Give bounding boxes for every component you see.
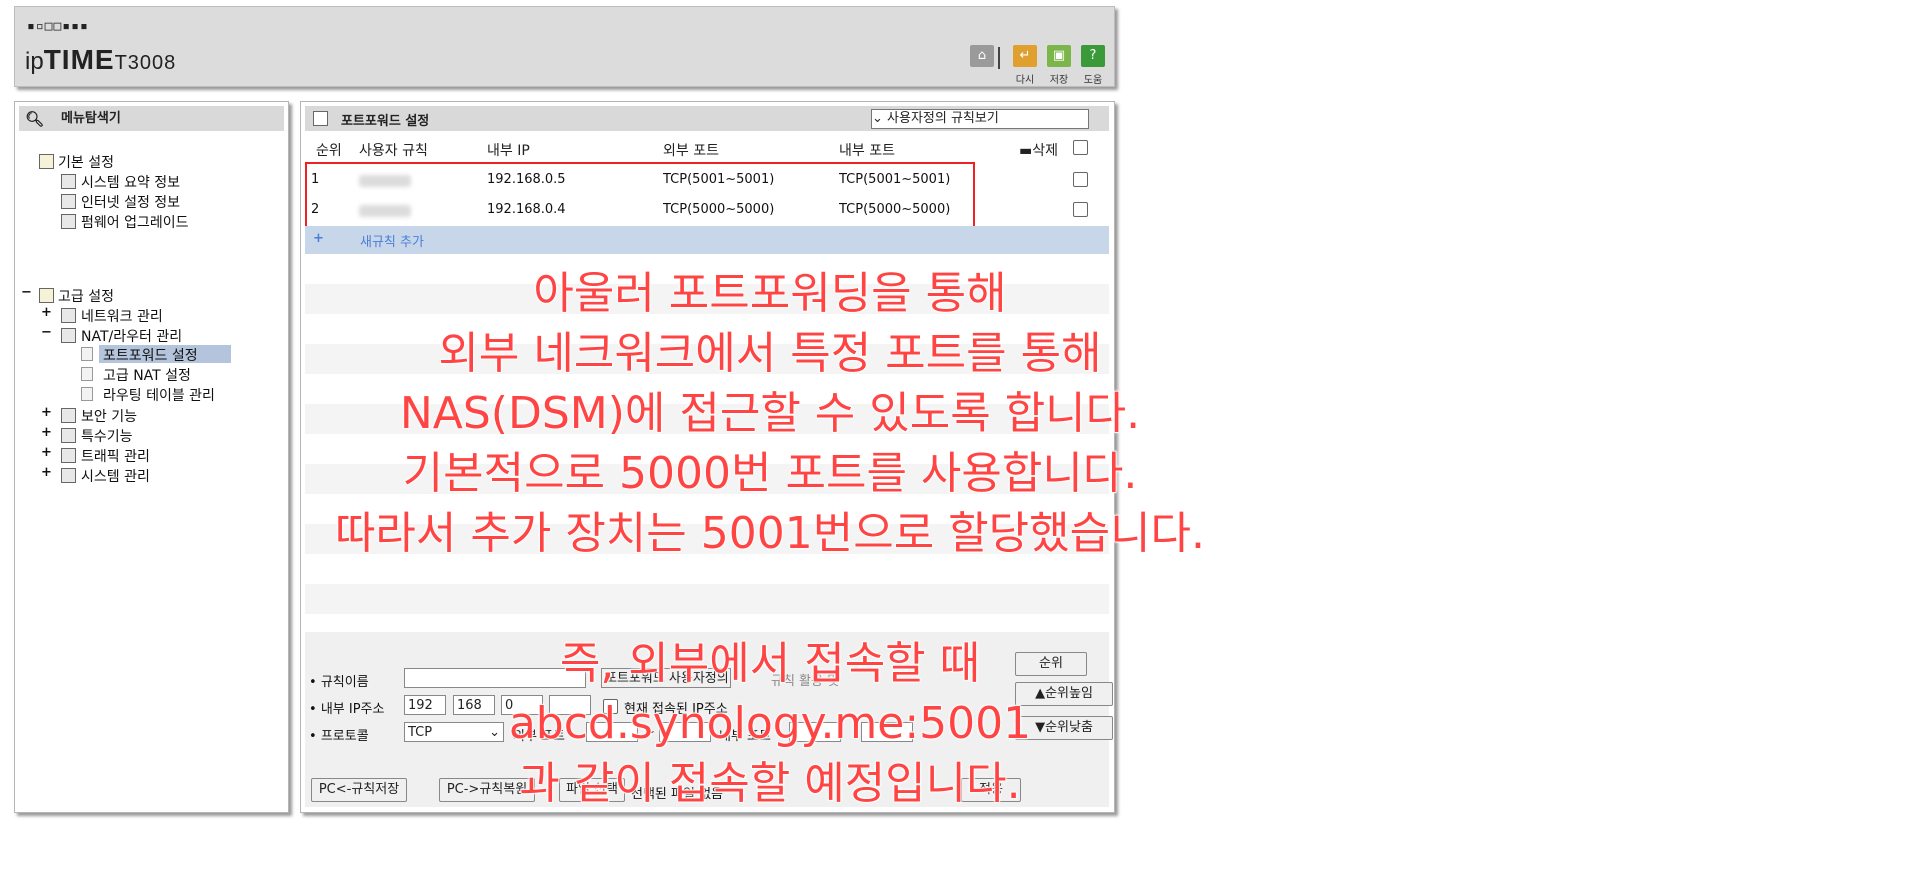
col-user-rule: 사용자 규칙	[359, 143, 428, 159]
menu-firmware-upgrade[interactable]: 펌웨어 업그레이드	[81, 212, 189, 232]
rule-rank: 2	[311, 202, 320, 217]
plus-icon: +	[313, 231, 324, 246]
rule-name-redacted	[359, 205, 411, 217]
back-icon[interactable]: ↵	[1013, 45, 1037, 67]
minus-icon: ▬	[1019, 143, 1033, 159]
portforward-header: 포트포워드 설정 ⌄ 사용자정의 규칙보기	[305, 106, 1109, 131]
annotation-line: 따라서 추가 장치는 5001번으로 할당했습니다.	[334, 507, 1206, 560]
rule-external-port: TCP(5000~5000)	[663, 202, 775, 217]
add-rule-link[interactable]: 새규칙 추가	[360, 231, 424, 250]
select-all-checkbox[interactable]	[1073, 140, 1088, 155]
menu-title: 메뉴탐색기	[61, 111, 121, 126]
header-bar: ▪▫□□▪▪▪ ipTIMET3008 ⌂ ↵ 다시 ▣ 저장 ? 도움	[14, 6, 1115, 87]
annotation-line: 외부 네크워크에서 특정 포트를 통해	[438, 327, 1103, 380]
rule-delete-checkbox[interactable]	[1073, 172, 1088, 187]
brand-ip: ip	[25, 48, 44, 75]
brand-logo: ipTIMET3008	[25, 44, 176, 76]
annotation-line: NAS(DSM)에 접근할 수 있도록 합니다.	[399, 387, 1141, 440]
col-rank: 순위	[316, 143, 342, 159]
portforward-title: 포트포워드 설정	[341, 114, 430, 129]
col-delete: ▬삭제	[1019, 143, 1058, 159]
rule-view-value: 사용자정의 규칙보기	[887, 111, 999, 126]
menu-explorer-header: 🔍︎ 메뉴탐색기	[19, 106, 284, 131]
rule-external-port: TCP(5001~5001)	[663, 172, 775, 187]
menu-internet-settings[interactable]: 인터넷 설정 정보	[81, 192, 180, 212]
annotation-line: abcd.synology.me:5001	[508, 697, 1032, 750]
rule-rank: 1	[311, 172, 320, 187]
empty-row	[305, 584, 1109, 614]
brand-model: T3008	[114, 52, 177, 74]
help-label: 도움	[1083, 75, 1103, 86]
annotation-line: 즉, 외부에서 접속할 때	[559, 637, 981, 690]
window-icon	[313, 111, 328, 126]
back-label: 다시	[1015, 75, 1035, 86]
annotation-line: 아울러 포트포워딩을 통해	[533, 267, 1008, 320]
annotation-line: 과 같이 접속할 예정입니다.	[519, 757, 1022, 810]
menu-system-summary[interactable]: 시스템 요약 정보	[81, 172, 180, 192]
save-label: 저장	[1049, 75, 1069, 86]
magnifier-icon: 🔍︎	[25, 110, 45, 128]
logo-dots: ▪▫□□▪▪▪	[27, 19, 89, 34]
add-rule-row[interactable]: + 새규칙 추가	[305, 226, 1109, 254]
rule-delete-checkbox[interactable]	[1073, 202, 1088, 217]
rule-internal-port: TCP(5001~5001)	[839, 172, 951, 187]
home-icon[interactable]: ⌂	[970, 45, 994, 67]
chart-icon	[61, 174, 76, 189]
rule-internal-ip: 192.168.0.4	[487, 202, 566, 217]
help-icon[interactable]: ?	[1081, 45, 1105, 67]
col-internal-ip: 내부 IP	[487, 143, 530, 159]
rule-internal-port: TCP(5000~5000)	[839, 202, 951, 217]
rule-name-redacted	[359, 175, 411, 187]
chevron-down-icon: ⌄	[872, 111, 888, 126]
toolbar-separator	[998, 47, 1000, 69]
menu-basic-settings[interactable]: 기본 설정	[58, 152, 114, 172]
col-internal-port: 내부 포트	[839, 143, 895, 159]
rule-internal-ip: 192.168.0.5	[487, 172, 566, 187]
monitor-icon	[61, 194, 76, 209]
rule-view-select[interactable]: ⌄ 사용자정의 규칙보기	[871, 109, 1089, 129]
annotation-line: 기본적으로 5000번 포트를 사용합니다.	[402, 447, 1138, 500]
folder-icon	[39, 154, 54, 169]
upgrade-icon	[61, 214, 76, 229]
col-external-port: 외부 포트	[663, 143, 719, 159]
brand-time: TIME	[43, 44, 115, 75]
save-icon[interactable]: ▣	[1047, 45, 1071, 67]
